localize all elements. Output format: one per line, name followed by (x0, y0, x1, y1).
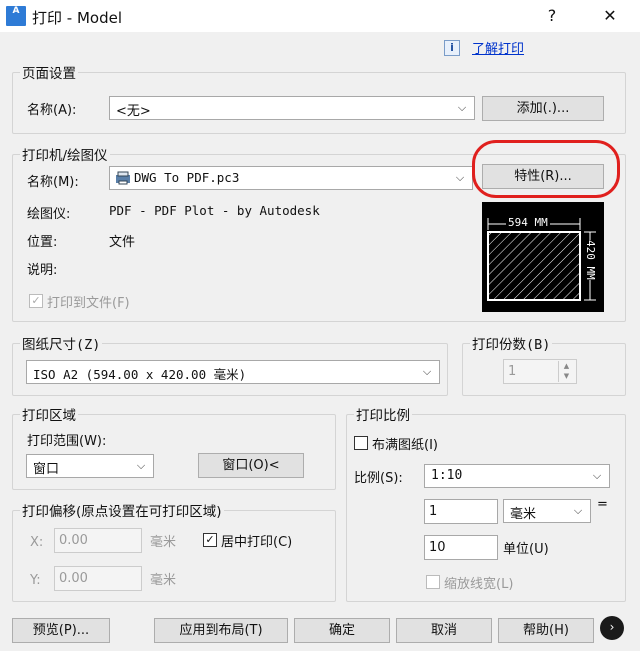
page-setup-legend: 页面设置 (20, 62, 78, 82)
scale-select[interactable]: 1:10 ⌵ (424, 464, 610, 488)
page-setup-name-value: <无> (116, 104, 151, 119)
window-title: 打印 - Model (32, 9, 122, 27)
copies-legend: 打印份数(B) (470, 333, 553, 353)
plot-range-select[interactable]: 窗口 ⌵ (26, 454, 154, 478)
description-label: 说明: (27, 263, 58, 278)
scale-lineweight-label: 缩放线宽(L) (444, 577, 514, 592)
copies-spinner[interactable]: 1 ▲ ▼ (503, 359, 577, 384)
chevron-down-icon: ⌵ (136, 459, 146, 472)
chevron-down-icon: ⌵ (422, 365, 432, 378)
red-highlight-annotation (472, 140, 620, 198)
plotter-icon (115, 170, 131, 186)
window-select-button[interactable]: 窗口(O)< (198, 453, 304, 478)
scale-lineweight-checkbox[interactable] (426, 575, 440, 589)
center-plot-label: 居中打印(C) (221, 535, 293, 550)
scale-value2-input[interactable]: 10 (424, 535, 498, 560)
plot-offset-legend: 打印偏移(原点设置在可打印区域) (20, 500, 224, 520)
print-to-file-checkbox[interactable]: ✓ (29, 294, 43, 308)
help-window-button[interactable]: ? (532, 4, 572, 28)
plot-area-legend: 打印区域 (20, 404, 78, 424)
plotter-label: 绘图仪: (27, 207, 71, 222)
plot-range-label: 打印范围(W): (27, 434, 107, 449)
apply-to-layout-button[interactable]: 应用到布局(T) (154, 618, 288, 643)
y-offset-unit: 毫米 (150, 573, 177, 588)
printer-name-value: DWG To PDF.pc3 (134, 170, 240, 185)
paper-size-value: ISO A2 (594.00 x 420.00 毫米) (33, 367, 247, 382)
ok-button[interactable]: 确定 (294, 618, 390, 643)
location-value: 文件 (109, 235, 136, 250)
scale-value1-input[interactable]: 1 (424, 499, 498, 524)
plot-scale-legend: 打印比例 (354, 404, 412, 424)
chevron-down-icon: ⌵ (457, 101, 467, 114)
x-offset-label: X: (30, 535, 44, 550)
fit-to-paper-label: 布满图纸(I) (372, 438, 438, 453)
chevron-down-icon: ⌵ (592, 469, 602, 482)
x-offset-input[interactable]: 0.00 (54, 528, 142, 553)
y-offset-label: Y: (30, 573, 41, 588)
plot-range-value: 窗口 (33, 462, 60, 477)
print-to-file-label: 打印到文件(F) (47, 296, 130, 311)
preview-height-label: 420 MM (584, 240, 597, 280)
preview-button[interactable]: 预览(P)... (12, 618, 110, 643)
close-window-button[interactable]: ✕ (590, 4, 630, 28)
printer-legend: 打印机/绘图仪 (20, 144, 110, 164)
center-plot-checkbox[interactable]: ✓ (203, 533, 217, 547)
scale-unit2-label: 单位(U) (503, 542, 549, 557)
x-offset-unit: 毫米 (150, 535, 177, 550)
paper-preview: 594 MM 420 MM (482, 202, 604, 312)
preview-width-label: 594 MM (506, 216, 550, 229)
more-options-icon[interactable]: › (600, 616, 624, 640)
scale-value: 1:10 (431, 468, 463, 483)
copies-value: 1 (508, 364, 517, 379)
paper-size-legend: 图纸尺寸(Z) (20, 333, 103, 353)
page-setup-name-label: 名称(A): (27, 103, 77, 118)
learn-printing-link[interactable]: 了解打印 (472, 38, 524, 57)
info-icon[interactable]: i (444, 40, 460, 56)
scale-unit-value: 毫米 (510, 507, 537, 522)
fit-to-paper-checkbox[interactable] (354, 436, 368, 450)
scale-label: 比例(S): (354, 471, 403, 486)
chevron-down-icon: ⌵ (455, 171, 465, 184)
printer-name-select[interactable]: DWG To PDF.pc3 ⌵ (109, 166, 473, 190)
cancel-button[interactable]: 取消 (396, 618, 492, 643)
spinner-arrows-icon[interactable]: ▲ ▼ (558, 361, 574, 382)
plot-area-group (12, 414, 336, 490)
equals-sign: = (597, 497, 608, 512)
paper-size-select[interactable]: ISO A2 (594.00 x 420.00 毫米) ⌵ (26, 360, 440, 384)
plotter-value: PDF - PDF Plot - by Autodesk (109, 203, 320, 218)
scale-unit-select[interactable]: 毫米 ⌵ (503, 499, 591, 523)
help-button[interactable]: 帮助(H) (498, 618, 594, 643)
location-label: 位置: (27, 235, 58, 250)
page-setup-name-select[interactable]: <无> ⌵ (109, 96, 475, 120)
chevron-down-icon: ⌵ (573, 504, 583, 517)
title-bar: A 打印 - Model ? ✕ (0, 0, 640, 32)
printer-name-label: 名称(M): (27, 175, 79, 190)
add-page-setup-button[interactable]: 添加(.)... (482, 96, 604, 121)
autocad-app-icon: A (6, 6, 26, 26)
y-offset-input[interactable]: 0.00 (54, 566, 142, 591)
